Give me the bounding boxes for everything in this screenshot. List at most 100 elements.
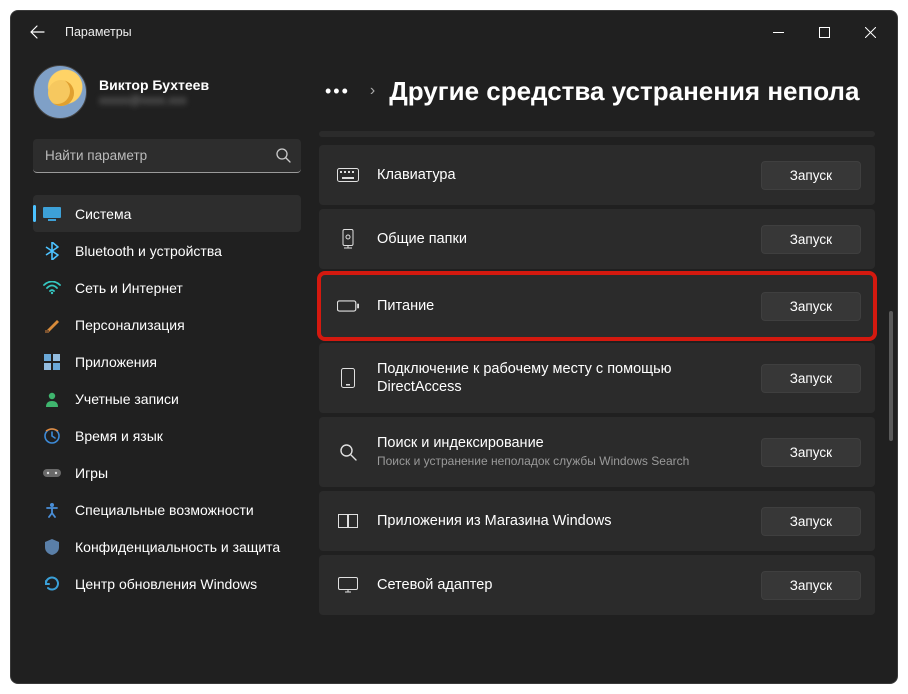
sidebar-item-label: Специальные возможности xyxy=(75,502,254,518)
row-texts: Общие папки xyxy=(377,230,743,248)
run-button[interactable]: Запуск xyxy=(761,571,861,600)
row-texts: Сетевой адаптер xyxy=(377,576,743,594)
window-title: Параметры xyxy=(65,25,132,39)
sidebar-item-time[interactable]: Время и язык xyxy=(33,417,301,454)
troubleshooter-search-indexing[interactable]: Поиск и индексирование Поиск и устранени… xyxy=(319,417,875,487)
row-title: Общие папки xyxy=(377,230,743,248)
sidebar-item-label: Время и язык xyxy=(75,428,163,444)
content-area: Виктор Бухтеев xxxxx@xxxx.xxx Система xyxy=(11,53,897,683)
row-subtitle: Поиск и устранение неполадок службы Wind… xyxy=(377,454,743,470)
brush-icon xyxy=(43,316,61,334)
sidebar-item-update[interactable]: Центр обновления Windows xyxy=(33,565,301,602)
window-controls xyxy=(755,16,893,48)
maximize-icon xyxy=(819,27,830,38)
sidebar-item-privacy[interactable]: Конфиденциальность и защита xyxy=(33,528,301,565)
list-item-partial xyxy=(319,131,875,137)
sidebar-item-bluetooth[interactable]: Bluetooth и устройства xyxy=(33,232,301,269)
breadcrumb-more-button[interactable]: ••• xyxy=(319,77,356,106)
profile-texts: Виктор Бухтеев xxxxx@xxxx.xxx xyxy=(99,77,209,107)
chevron-right-icon: › xyxy=(370,82,375,100)
troubleshooter-power[interactable]: Питание Запуск xyxy=(319,273,875,339)
bluetooth-icon xyxy=(43,242,61,260)
scrollbar[interactable] xyxy=(889,181,893,541)
keyboard-icon xyxy=(337,168,359,182)
row-title: Подключение к рабочему месту с помощью D… xyxy=(377,360,743,396)
troubleshooter-network-adapter[interactable]: Сетевой адаптер Запуск xyxy=(319,555,875,615)
sidebar-item-gaming[interactable]: Игры xyxy=(33,454,301,491)
sidebar: Виктор Бухтеев xxxxx@xxxx.xxx Система xyxy=(11,53,311,683)
run-button[interactable]: Запуск xyxy=(761,364,861,393)
row-title: Клавиатура xyxy=(377,166,743,184)
sidebar-item-label: Приложения xyxy=(75,354,157,370)
games-icon xyxy=(43,464,61,482)
sidebar-item-label: Сеть и Интернет xyxy=(75,280,183,296)
row-texts: Поиск и индексирование Поиск и устранени… xyxy=(377,434,743,470)
nav-list: Система Bluetooth и устройства Сеть и Ин… xyxy=(33,195,301,602)
avatar xyxy=(33,65,87,119)
scrollbar-thumb[interactable] xyxy=(889,311,893,441)
run-button[interactable]: Запуск xyxy=(761,225,861,254)
titlebar: Параметры xyxy=(11,11,897,53)
main-panel: ••• › Другие средства устранения непола … xyxy=(311,53,897,683)
update-icon xyxy=(43,575,61,593)
page-title: Другие средства устранения непола xyxy=(389,76,859,107)
sidebar-item-system[interactable]: Система xyxy=(33,195,301,232)
sidebar-item-label: Персонализация xyxy=(75,317,185,333)
row-title: Сетевой адаптер xyxy=(377,576,743,594)
access-icon xyxy=(43,501,61,519)
back-arrow-icon xyxy=(29,24,45,40)
minimize-button[interactable] xyxy=(755,16,801,48)
shield-icon xyxy=(43,538,61,556)
row-title: Питание xyxy=(377,297,743,315)
person-icon xyxy=(43,390,61,408)
troubleshooter-directaccess[interactable]: Подключение к рабочему месту с помощью D… xyxy=(319,343,875,413)
sidebar-item-personalization[interactable]: Персонализация xyxy=(33,306,301,343)
sidebar-item-label: Учетные записи xyxy=(75,391,179,407)
search-icon xyxy=(337,443,359,461)
row-title: Поиск и индексирование xyxy=(377,434,743,452)
row-texts: Клавиатура xyxy=(377,166,743,184)
wifi-icon xyxy=(43,279,61,297)
sidebar-item-label: Bluetooth и устройства xyxy=(75,243,222,259)
search-icon xyxy=(275,147,291,168)
row-texts: Питание xyxy=(377,297,743,315)
sidebar-item-label: Конфиденциальность и защита xyxy=(75,539,280,555)
run-button[interactable]: Запуск xyxy=(761,292,861,321)
apps-icon xyxy=(43,353,61,371)
search-box xyxy=(33,139,301,173)
search-input[interactable] xyxy=(33,139,301,173)
run-button[interactable]: Запуск xyxy=(761,438,861,467)
close-button[interactable] xyxy=(847,16,893,48)
troubleshooter-shared-folders[interactable]: Общие папки Запуск xyxy=(319,209,875,269)
monitor-icon xyxy=(43,205,61,223)
row-texts: Приложения из Магазина Windows xyxy=(377,512,743,530)
row-texts: Подключение к рабочему месту с помощью D… xyxy=(377,360,743,396)
run-button[interactable]: Запуск xyxy=(761,507,861,536)
sidebar-item-network[interactable]: Сеть и Интернет xyxy=(33,269,301,306)
back-button[interactable] xyxy=(19,14,55,50)
sidebar-item-accounts[interactable]: Учетные записи xyxy=(33,380,301,417)
sidebar-item-label: Система xyxy=(75,206,131,222)
run-button[interactable]: Запуск xyxy=(761,161,861,190)
sidebar-item-apps[interactable]: Приложения xyxy=(33,343,301,380)
minimize-icon xyxy=(773,27,784,38)
row-title: Приложения из Магазина Windows xyxy=(377,512,743,530)
sidebar-item-label: Центр обновления Windows xyxy=(75,576,257,592)
profile-email: xxxxx@xxxx.xxx xyxy=(99,93,209,107)
monitor-icon xyxy=(337,577,359,593)
profile-block[interactable]: Виктор Бухтеев xxxxx@xxxx.xxx xyxy=(33,65,301,119)
battery-icon xyxy=(337,300,359,312)
troubleshooter-store-apps[interactable]: Приложения из Магазина Windows Запуск xyxy=(319,491,875,551)
breadcrumb: ••• › Другие средства устранения непола xyxy=(311,71,897,111)
troubleshooter-list: Клавиатура Запуск Общие папки Запуск xyxy=(311,131,897,615)
settings-window: Параметры Виктор Бухтеев xxxxx@xxxx.xxx xyxy=(10,10,898,684)
maximize-button[interactable] xyxy=(801,16,847,48)
time-icon xyxy=(43,427,61,445)
phone-icon xyxy=(337,368,359,388)
profile-name: Виктор Бухтеев xyxy=(99,77,209,93)
store-icon xyxy=(337,514,359,528)
troubleshooter-keyboard[interactable]: Клавиатура Запуск xyxy=(319,145,875,205)
close-icon xyxy=(865,27,876,38)
sidebar-item-label: Игры xyxy=(75,465,108,481)
sidebar-item-accessibility[interactable]: Специальные возможности xyxy=(33,491,301,528)
